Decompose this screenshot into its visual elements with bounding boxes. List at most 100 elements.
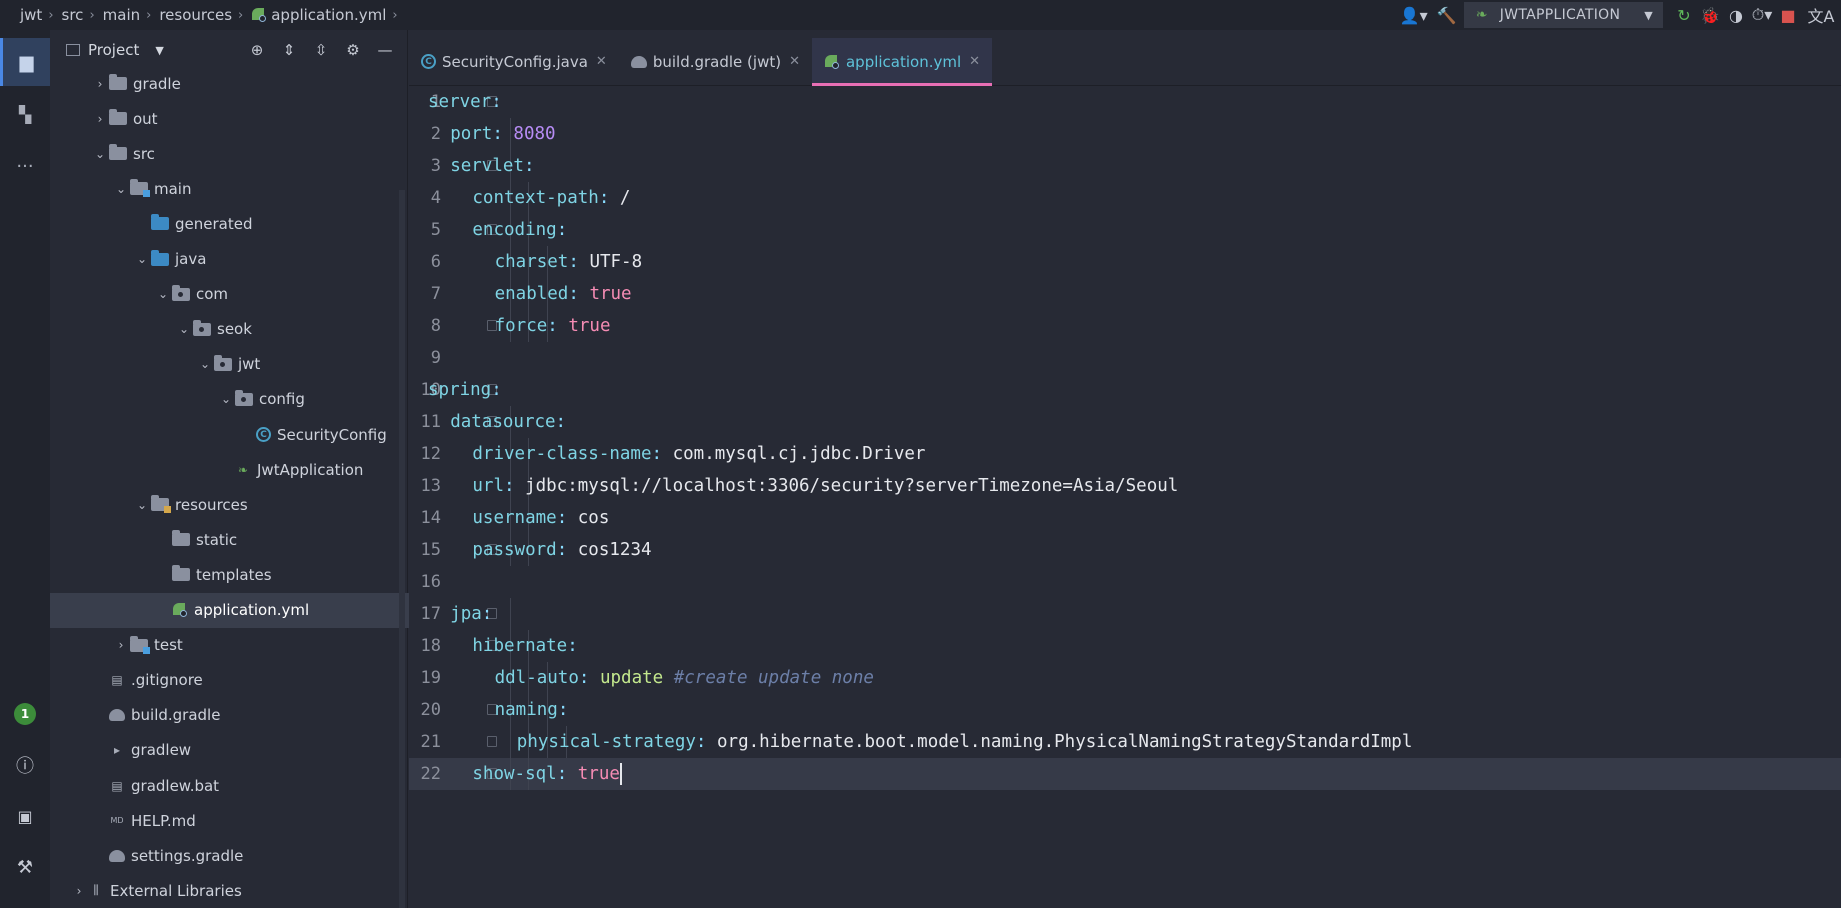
tree-item-label: .gitignore <box>131 671 203 690</box>
collapse-all-icon[interactable]: ⇳ <box>305 41 337 59</box>
code-line[interactable]: 19 ddl-auto: update #create update none <box>409 662 1841 694</box>
build-button[interactable]: ⚒ <box>0 843 50 891</box>
chevron-right-icon[interactable]: › <box>112 638 130 652</box>
chevron-down-icon[interactable]: ⌄ <box>217 392 235 406</box>
chevron-right-icon[interactable]: › <box>91 77 109 91</box>
notifications-button[interactable]: 1 <box>0 690 50 738</box>
code-line[interactable]: 5 encoding: <box>409 214 1841 246</box>
code-line[interactable]: 17 jpa: <box>409 598 1841 630</box>
tree-item[interactable]: ⌄ src <box>50 136 447 171</box>
tree-item[interactable]: › test <box>50 628 468 663</box>
expand-all-icon[interactable]: ⇕ <box>273 41 305 59</box>
chevron-down-icon[interactable]: ⌄ <box>154 287 172 301</box>
code-line[interactable]: 6 charset: UTF-8 <box>409 246 1841 278</box>
code-line[interactable]: 11 datasource: <box>409 406 1841 438</box>
code-line[interactable]: 1 server: <box>409 86 1841 118</box>
chevron-down-icon[interactable]: ⌄ <box>133 252 151 266</box>
code-line[interactable]: 18 hibernate: <box>409 630 1841 662</box>
chevron-down-icon[interactable]: ⌄ <box>196 357 214 371</box>
tree-item[interactable]: ⌄ main <box>50 171 468 206</box>
code-text: username: cos <box>472 502 609 534</box>
gear-icon[interactable]: ⚙ <box>337 41 369 59</box>
run-configuration-selector[interactable]: ❧ JWTAPPLICATION ▼ <box>1463 2 1663 28</box>
tab-label: SecurityConfig.java <box>442 52 588 71</box>
problems-button[interactable]: ⓘ <box>0 741 50 789</box>
code-line[interactable]: 8 force: true <box>409 310 1841 342</box>
chevron-down-icon[interactable]: ⌄ <box>133 498 151 512</box>
code-line[interactable]: 7 enabled: true <box>409 278 1841 310</box>
breadcrumb-item[interactable]: application.yml › <box>251 6 405 24</box>
code-token: 8080 <box>513 124 556 144</box>
chevron-right-icon[interactable]: › <box>91 112 109 126</box>
tree-item[interactable]: ▸ gradlew <box>50 733 447 768</box>
fold-marker-icon[interactable] <box>487 736 497 747</box>
more-tools-button[interactable]: ··· <box>0 142 50 190</box>
terminal-button[interactable]: ▣ <box>0 792 50 840</box>
code-line[interactable]: 3 servlet: <box>409 150 1841 182</box>
code-editor[interactable]: 1 server: 2 port: 8080 3 servlet: 4 context-pat… <box>409 86 1841 908</box>
project-tool-button[interactable]: ▆ <box>0 38 50 86</box>
coverage-icon[interactable]: ◑ <box>1723 0 1749 30</box>
line-number: 6 <box>430 252 441 272</box>
code-text: enabled: true <box>495 278 632 310</box>
run-configuration-label: JWTAPPLICATION <box>1499 7 1621 23</box>
tab-application[interactable]: application.yml ✕ <box>811 38 993 86</box>
tree-item[interactable]: MD HELP.md <box>50 803 447 838</box>
chevron-down-icon[interactable]: ⌄ <box>112 182 130 196</box>
minimize-icon[interactable]: — <box>369 41 401 59</box>
code-line[interactable]: 12 driver-class-name: com.mysql.cj.jdbc.D… <box>409 438 1841 470</box>
tree-item[interactable]: › ⫼ External Libraries <box>50 873 426 908</box>
code-line[interactable]: 16 <box>409 566 1841 598</box>
breadcrumb-item[interactable]: jwt › <box>20 6 62 24</box>
tree-item[interactable]: › gradle <box>50 66 447 101</box>
breadcrumb-item[interactable]: resources › <box>159 6 251 24</box>
build-hammer-icon[interactable]: 🔨 <box>1434 0 1460 30</box>
tab-securityconfig[interactable]: C SecurityConfig.java ✕ <box>409 38 619 85</box>
code-token: cos <box>577 508 610 528</box>
tree-item[interactable]: ▤ .gitignore <box>50 663 447 698</box>
code-line[interactable]: 13 url: jdbc:mysql://localhost:3306/secur… <box>409 470 1841 502</box>
code-line[interactable]: 21 physical-strategy: org.hibernate.boot.… <box>409 726 1841 758</box>
close-icon[interactable]: ✕ <box>789 54 800 69</box>
breadcrumb-item[interactable]: main › <box>103 6 160 24</box>
code-line[interactable]: 9 <box>409 342 1841 374</box>
chevron-down-icon[interactable]: ⌄ <box>91 147 109 161</box>
tree-item[interactable]: ▤ gradlew.bat <box>50 768 447 803</box>
code-text: driver-class-name: com.mysql.cj.jdbc.Dri… <box>472 438 925 470</box>
folder-icon <box>109 109 127 126</box>
tab-build[interactable]: build.gradle (jwt) ✕ <box>619 38 812 85</box>
generated-folder-icon <box>151 214 169 231</box>
code-line[interactable]: 15 password: cos1234 <box>409 534 1841 566</box>
translate-icon[interactable]: 文A <box>1801 0 1841 30</box>
user-icon[interactable]: 👤▾ <box>1394 0 1434 30</box>
profile-icon[interactable]: ⏱▾ <box>1749 0 1775 30</box>
project-panel-title[interactable]: Project <box>88 41 139 59</box>
tree-item[interactable]: build.gradle <box>50 698 447 733</box>
yml-file-icon <box>172 602 188 618</box>
rerun-icon[interactable]: ↻ <box>1671 0 1697 30</box>
close-icon[interactable]: ✕ <box>969 54 980 69</box>
code-line[interactable]: 22 show-sql: true <box>409 758 1841 790</box>
project-scrollbar[interactable] <box>399 190 405 908</box>
close-icon[interactable]: ✕ <box>596 54 607 69</box>
code-line[interactable]: 14 username: cos <box>409 502 1841 534</box>
tree-item-label: settings.gradle <box>131 846 244 865</box>
structure-tool-button[interactable]: ▚ <box>0 90 50 138</box>
debug-icon[interactable]: 🐞 <box>1697 0 1723 30</box>
code-line[interactable]: 2 port: 8080 <box>409 118 1841 150</box>
tree-item[interactable]: settings.gradle <box>50 838 447 873</box>
chevron-down-icon[interactable]: ⌄ <box>175 322 193 336</box>
file-icon: ▤ <box>111 673 123 688</box>
code-token: : <box>491 380 502 400</box>
tree-item[interactable]: › out <box>50 101 447 136</box>
breadcrumb-item[interactable]: src › <box>62 6 103 24</box>
chevron-down-icon[interactable]: ▼ <box>155 44 163 57</box>
chevron-right-icon[interactable]: › <box>70 884 88 898</box>
stop-icon[interactable]: ■ <box>1775 0 1801 30</box>
code-line[interactable]: 4 context-path: / <box>409 182 1841 214</box>
locate-icon[interactable]: ⊕ <box>241 41 273 59</box>
code-line[interactable]: 20 naming: <box>409 694 1841 726</box>
tree-item-label: out <box>133 109 158 128</box>
code-line[interactable]: 10 spring: <box>409 374 1841 406</box>
code-token: : <box>491 92 502 112</box>
